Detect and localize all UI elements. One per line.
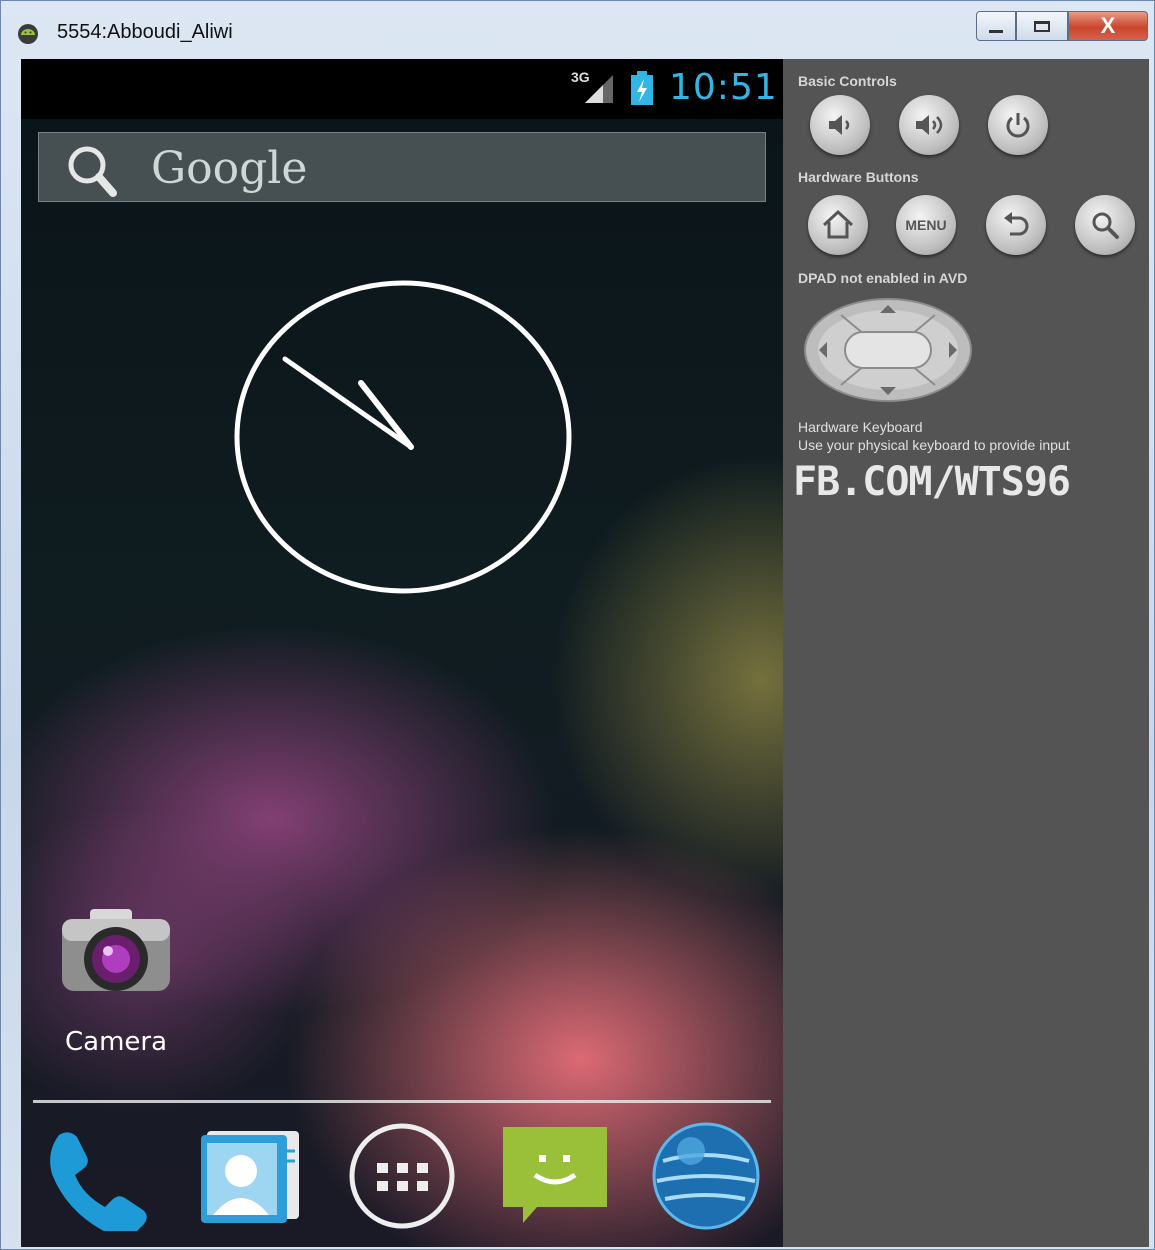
status-time: 10:51 <box>669 67 778 108</box>
back-button[interactable] <box>986 195 1046 255</box>
camera-app[interactable] <box>51 907 181 1004</box>
volume-up-icon <box>916 115 943 135</box>
dock-app-drawer[interactable] <box>347 1121 457 1231</box>
search-icon <box>1092 212 1119 239</box>
messaging-icon <box>503 1127 607 1223</box>
analog-clock-widget[interactable] <box>233 279 573 595</box>
dock-divider <box>33 1100 771 1103</box>
dpad-label: DPAD not enabled in AVD <box>798 270 968 286</box>
google-search-bar[interactable]: Google <box>38 132 766 202</box>
emulator-window: 5554:Abboudi_Aliwi X 3G 10:51 Google Cam… <box>0 0 1155 1250</box>
browser-icon <box>652 1122 760 1230</box>
dock-phone[interactable] <box>41 1121 151 1237</box>
camera-label: Camera <box>65 1027 168 1057</box>
close-button[interactable]: X <box>1068 11 1148 41</box>
android-emulator-icon <box>18 24 38 44</box>
minimize-icon <box>989 29 1003 33</box>
basic-controls-label: Basic Controls <box>798 73 897 89</box>
back-icon <box>1004 212 1029 236</box>
maximize-button[interactable] <box>1016 11 1068 41</box>
menu-button[interactable]: MENU <box>896 195 956 255</box>
emulator-controls-panel: Basic Controls Hardware Buttons MENU DPA… <box>783 59 1149 1247</box>
volume-down-button[interactable] <box>810 95 870 155</box>
search-button[interactable] <box>1075 195 1135 255</box>
window-title: 5554:Abboudi_Aliwi <box>57 21 233 43</box>
minimize-button[interactable] <box>976 11 1016 41</box>
volume-down-icon <box>829 115 850 135</box>
maximize-icon <box>1034 20 1050 32</box>
home-icon <box>822 209 854 239</box>
home-button[interactable] <box>808 195 868 255</box>
dpad[interactable] <box>803 297 973 403</box>
watermark-text: FB.COM/WTS96 <box>793 459 1071 505</box>
dock-contacts[interactable] <box>193 1121 303 1231</box>
signal-icon <box>585 75 613 103</box>
title-bar[interactable]: 5554:Abboudi_Aliwi X <box>1 1 1155 59</box>
status-bar[interactable]: 3G 10:51 <box>21 59 783 119</box>
contacts-icon <box>201 1131 299 1223</box>
dock-messaging[interactable] <box>501 1121 611 1231</box>
search-icon <box>68 146 117 197</box>
app-drawer-icon <box>349 1123 455 1229</box>
keyboard-title: Hardware Keyboard <box>798 419 923 435</box>
power-button[interactable] <box>988 95 1048 155</box>
keyboard-hint: Use your physical keyboard to provide in… <box>798 437 1070 453</box>
phone-icon <box>50 1132 147 1237</box>
power-icon <box>1006 113 1030 138</box>
hardware-buttons-label: Hardware Buttons <box>798 169 919 185</box>
volume-up-button[interactable] <box>899 95 959 155</box>
search-label: Google <box>151 143 308 194</box>
camera-icon <box>62 909 170 991</box>
android-screen[interactable]: 3G 10:51 Google Camera <box>21 59 783 1247</box>
battery-charging-icon <box>631 71 653 105</box>
menu-button-label: MENU <box>905 217 947 233</box>
dock-browser[interactable] <box>651 1121 761 1231</box>
